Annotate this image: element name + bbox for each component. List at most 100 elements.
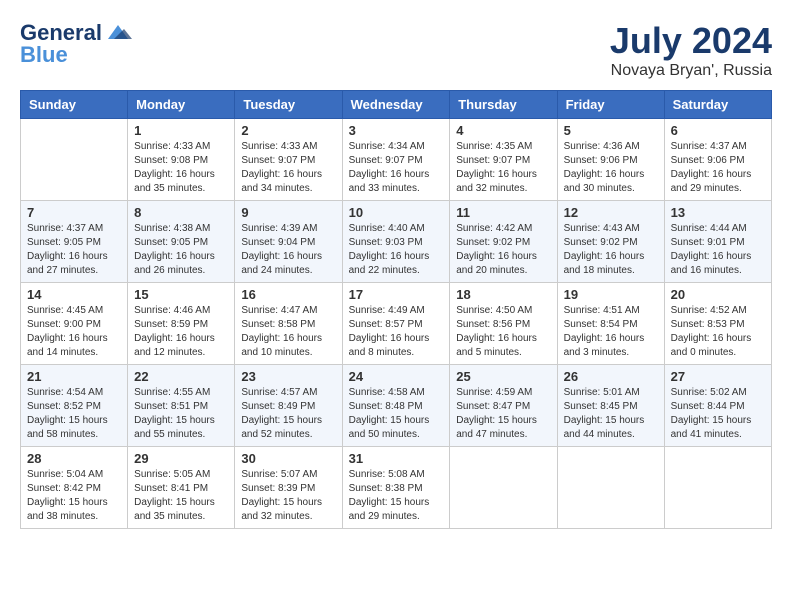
calendar-cell: 15 Sunrise: 4:46 AMSunset: 8:59 PMDayligh… xyxy=(128,283,235,365)
day-info: Sunrise: 4:42 AMSunset: 9:02 PMDaylight:… xyxy=(456,222,550,278)
day-info: Sunrise: 4:58 AMSunset: 8:48 PMDaylight:… xyxy=(349,386,444,442)
day-info: Sunrise: 4:51 AMSunset: 8:54 PMDaylight:… xyxy=(564,304,658,360)
header-monday: Monday xyxy=(128,91,235,119)
calendar-cell: 22 Sunrise: 4:55 AMSunset: 8:51 PMDayligh… xyxy=(128,365,235,447)
calendar-cell: 30 Sunrise: 5:07 AMSunset: 8:39 PMDayligh… xyxy=(235,447,342,529)
calendar-week-row: 28Sunrise: 5:04 AMSunset: 8:42 PMDayligh… xyxy=(21,447,772,529)
calendar-table: Sunday Monday Tuesday Wednesday Thursday… xyxy=(20,90,772,529)
header-thursday: Thursday xyxy=(450,91,557,119)
logo-icon xyxy=(104,23,132,43)
day-info: Sunrise: 4:47 AMSunset: 8:58 PMDaylight:… xyxy=(241,304,335,360)
calendar-cell xyxy=(664,447,771,529)
calendar-cell xyxy=(557,447,664,529)
day-number: 5 xyxy=(564,123,658,138)
day-number: 27 xyxy=(671,369,765,384)
title-section: July 2024 Novaya Bryan', Russia xyxy=(610,20,772,80)
day-info: Sunrise: 4:37 AMSunset: 9:05 PMDaylight:… xyxy=(27,222,121,278)
calendar-cell: 12 Sunrise: 4:43 AMSunset: 9:02 PMDayligh… xyxy=(557,201,664,283)
calendar-cell: 18Sunrise: 4:50 AMSunset: 8:56 PMDayligh… xyxy=(450,283,557,365)
day-number: 23 xyxy=(241,369,335,384)
day-info: Sunrise: 4:54 AMSunset: 8:52 PMDaylight:… xyxy=(27,386,121,442)
day-number: 13 xyxy=(671,205,765,220)
calendar-cell: 1 Sunrise: 4:33 AMSunset: 9:08 PMDaylight… xyxy=(128,119,235,201)
calendar-week-row: 14 Sunrise: 4:45 AMSunset: 9:00 PMDayligh… xyxy=(21,283,772,365)
calendar-cell: 17 Sunrise: 4:49 AMSunset: 8:57 PMDayligh… xyxy=(342,283,450,365)
day-info: Sunrise: 4:59 AMSunset: 8:47 PMDaylight:… xyxy=(456,386,550,442)
calendar-week-row: 7Sunrise: 4:37 AMSunset: 9:05 PMDaylight… xyxy=(21,201,772,283)
day-number: 6 xyxy=(671,123,765,138)
day-number: 17 xyxy=(349,287,444,302)
page-header: General Blue July 2024 Novaya Bryan', Ru… xyxy=(20,20,772,80)
day-info: Sunrise: 4:57 AMSunset: 8:49 PMDaylight:… xyxy=(241,386,335,442)
calendar-cell: 28Sunrise: 5:04 AMSunset: 8:42 PMDayligh… xyxy=(21,447,128,529)
day-info: Sunrise: 4:55 AMSunset: 8:51 PMDaylight:… xyxy=(134,386,228,442)
calendar-cell: 24 Sunrise: 4:58 AMSunset: 8:48 PMDayligh… xyxy=(342,365,450,447)
day-info: Sunrise: 4:44 AMSunset: 9:01 PMDaylight:… xyxy=(671,222,765,278)
calendar-cell: 6Sunrise: 4:37 AMSunset: 9:06 PMDaylight… xyxy=(664,119,771,201)
day-info: Sunrise: 5:07 AMSunset: 8:39 PMDaylight:… xyxy=(241,468,335,524)
calendar-cell: 21Sunrise: 4:54 AMSunset: 8:52 PMDayligh… xyxy=(21,365,128,447)
calendar-cell xyxy=(21,119,128,201)
day-info: Sunrise: 4:45 AMSunset: 9:00 PMDaylight:… xyxy=(27,304,121,360)
calendar-cell: 13 Sunrise: 4:44 AMSunset: 9:01 PMDayligh… xyxy=(664,201,771,283)
day-info: Sunrise: 4:40 AMSunset: 9:03 PMDaylight:… xyxy=(349,222,444,278)
day-number: 11 xyxy=(456,205,550,220)
day-info: Sunrise: 4:33 AMSunset: 9:08 PMDaylight:… xyxy=(134,140,228,196)
day-number: 24 xyxy=(349,369,444,384)
calendar-cell: 25Sunrise: 4:59 AMSunset: 8:47 PMDayligh… xyxy=(450,365,557,447)
day-info: Sunrise: 5:05 AMSunset: 8:41 PMDaylight:… xyxy=(134,468,228,524)
day-info: Sunrise: 4:36 AMSunset: 9:06 PMDaylight:… xyxy=(564,140,658,196)
day-number: 20 xyxy=(671,287,765,302)
day-number: 26 xyxy=(564,369,658,384)
day-info: Sunrise: 4:38 AMSunset: 9:05 PMDaylight:… xyxy=(134,222,228,278)
day-number: 9 xyxy=(241,205,335,220)
logo-blue-text: Blue xyxy=(20,42,68,68)
calendar-cell: 27Sunrise: 5:02 AMSunset: 8:44 PMDayligh… xyxy=(664,365,771,447)
header-sunday: Sunday xyxy=(21,91,128,119)
day-info: Sunrise: 4:46 AMSunset: 8:59 PMDaylight:… xyxy=(134,304,228,360)
day-info: Sunrise: 5:08 AMSunset: 8:38 PMDaylight:… xyxy=(349,468,444,524)
day-info: Sunrise: 5:01 AMSunset: 8:45 PMDaylight:… xyxy=(564,386,658,442)
calendar-cell: 14 Sunrise: 4:45 AMSunset: 9:00 PMDayligh… xyxy=(21,283,128,365)
calendar-cell: 7Sunrise: 4:37 AMSunset: 9:05 PMDaylight… xyxy=(21,201,128,283)
day-info: Sunrise: 4:49 AMSunset: 8:57 PMDaylight:… xyxy=(349,304,444,360)
day-number: 22 xyxy=(134,369,228,384)
day-number: 15 xyxy=(134,287,228,302)
calendar-week-row: 1 Sunrise: 4:33 AMSunset: 9:08 PMDaylight… xyxy=(21,119,772,201)
day-number: 2 xyxy=(241,123,335,138)
day-number: 14 xyxy=(27,287,121,302)
header-tuesday: Tuesday xyxy=(235,91,342,119)
calendar-week-row: 21Sunrise: 4:54 AMSunset: 8:52 PMDayligh… xyxy=(21,365,772,447)
calendar-header-row: Sunday Monday Tuesday Wednesday Thursday… xyxy=(21,91,772,119)
day-number: 3 xyxy=(349,123,444,138)
calendar-cell: 8Sunrise: 4:38 AMSunset: 9:05 PMDaylight… xyxy=(128,201,235,283)
day-number: 18 xyxy=(456,287,550,302)
calendar-cell: 31 Sunrise: 5:08 AMSunset: 8:38 PMDayligh… xyxy=(342,447,450,529)
calendar-cell: 2Sunrise: 4:33 AMSunset: 9:07 PMDaylight… xyxy=(235,119,342,201)
day-number: 12 xyxy=(564,205,658,220)
day-info: Sunrise: 4:43 AMSunset: 9:02 PMDaylight:… xyxy=(564,222,658,278)
day-number: 1 xyxy=(134,123,228,138)
day-info: Sunrise: 4:52 AMSunset: 8:53 PMDaylight:… xyxy=(671,304,765,360)
day-info: Sunrise: 4:34 AMSunset: 9:07 PMDaylight:… xyxy=(349,140,444,196)
day-number: 28 xyxy=(27,451,121,466)
calendar-cell: 4Sunrise: 4:35 AMSunset: 9:07 PMDaylight… xyxy=(450,119,557,201)
calendar-cell: 23 Sunrise: 4:57 AMSunset: 8:49 PMDayligh… xyxy=(235,365,342,447)
header-friday: Friday xyxy=(557,91,664,119)
header-wednesday: Wednesday xyxy=(342,91,450,119)
calendar-cell: 19 Sunrise: 4:51 AMSunset: 8:54 PMDayligh… xyxy=(557,283,664,365)
calendar-cell: 9 Sunrise: 4:39 AMSunset: 9:04 PMDaylight… xyxy=(235,201,342,283)
day-number: 29 xyxy=(134,451,228,466)
calendar-cell xyxy=(450,447,557,529)
calendar-cell: 11 Sunrise: 4:42 AMSunset: 9:02 PMDayligh… xyxy=(450,201,557,283)
day-number: 4 xyxy=(456,123,550,138)
day-number: 16 xyxy=(241,287,335,302)
day-info: Sunrise: 4:39 AMSunset: 9:04 PMDaylight:… xyxy=(241,222,335,278)
calendar-cell: 16 Sunrise: 4:47 AMSunset: 8:58 PMDayligh… xyxy=(235,283,342,365)
day-number: 31 xyxy=(349,451,444,466)
calendar-cell: 20 Sunrise: 4:52 AMSunset: 8:53 PMDayligh… xyxy=(664,283,771,365)
day-number: 30 xyxy=(241,451,335,466)
day-number: 19 xyxy=(564,287,658,302)
calendar-cell: 3 Sunrise: 4:34 AMSunset: 9:07 PMDaylight… xyxy=(342,119,450,201)
calendar-cell: 29 Sunrise: 5:05 AMSunset: 8:41 PMDayligh… xyxy=(128,447,235,529)
